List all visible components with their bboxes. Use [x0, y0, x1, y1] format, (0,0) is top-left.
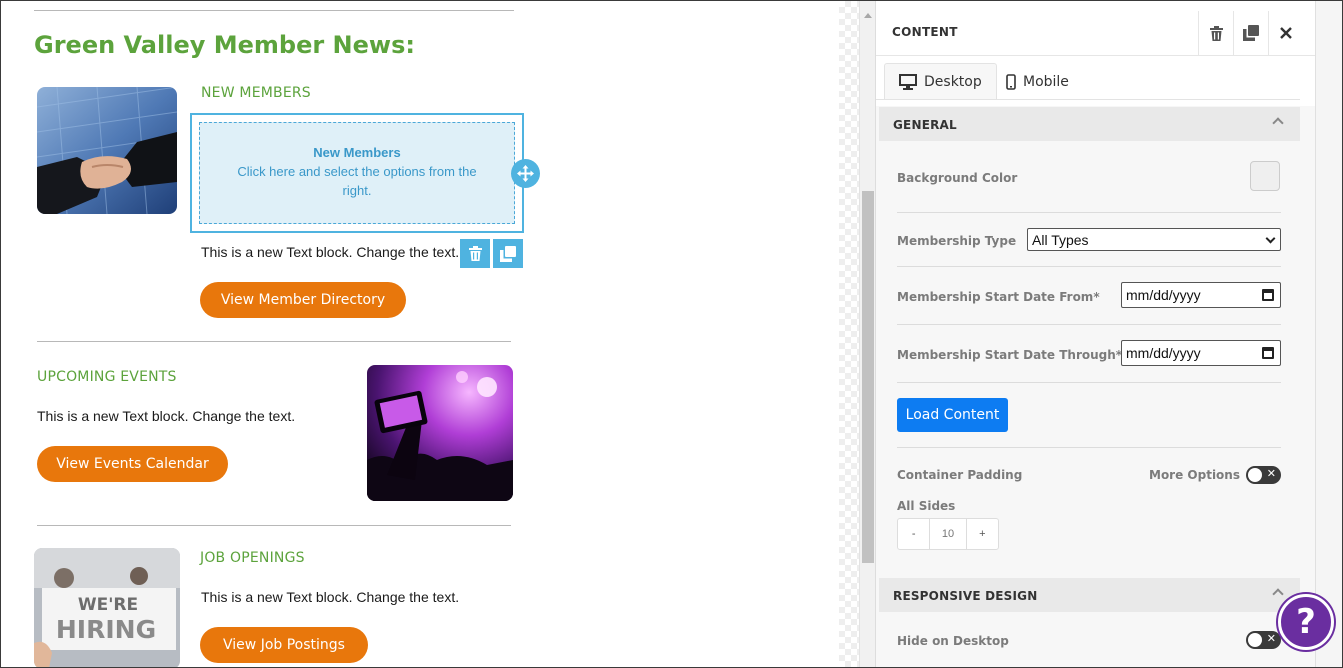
block-instructions: Click here and select the options from t… — [237, 164, 477, 198]
handshake-image[interactable] — [37, 87, 177, 214]
membership-type-label: Membership Type — [897, 234, 1017, 248]
chevron-up-icon[interactable] — [1272, 117, 1284, 129]
phone-icon — [1006, 73, 1016, 90]
upcoming-events-text[interactable]: This is a new Text block. Change the tex… — [37, 408, 295, 424]
monitor-icon — [899, 74, 917, 90]
toggle-knob — [1248, 468, 1262, 482]
chevron-down-icon — [1265, 233, 1276, 244]
hide-on-desktop-label: Hide on Desktop — [897, 634, 1009, 648]
view-events-calendar-button[interactable]: View Events Calendar — [37, 446, 228, 482]
job-openings-text[interactable]: This is a new Text block. Change the tex… — [201, 589, 459, 605]
copy-icon — [1243, 25, 1259, 41]
all-sides-label: All Sides — [897, 499, 956, 513]
general-header-label: GENERAL — [893, 118, 957, 132]
start-date-through-label: Membership Start Date Through* — [897, 348, 1123, 362]
we-are-hiring-image[interactable]: WE'RE HIRING — [34, 548, 180, 667]
panel-scrollbar[interactable] — [1315, 1, 1342, 667]
more-options-label: More Options — [1149, 468, 1240, 482]
hiring-sign-line2: HIRING — [56, 615, 156, 644]
divider — [897, 382, 1281, 383]
panel-header: CONTENT — [876, 1, 1316, 56]
content-block-placeholder[interactable]: New Members Click here and select the op… — [199, 122, 515, 224]
background-color-label: Background Color — [897, 171, 1018, 185]
trash-icon — [468, 246, 482, 261]
delete-block-button[interactable] — [460, 239, 490, 268]
toggle-off-icon: ✕ — [1266, 467, 1276, 480]
start-date-from-label: Membership Start Date From* — [897, 290, 1100, 304]
divider — [34, 10, 514, 11]
padding-decrement-button[interactable]: - — [898, 519, 929, 549]
tab-mobile[interactable]: Mobile — [992, 63, 1083, 100]
content-properties-panel: CONTENT Desktop Mobile GENERAL Backgroun… — [875, 1, 1316, 667]
selected-content-block[interactable]: New Members Click here and select the op… — [190, 113, 524, 233]
container-padding-label: Container Padding — [897, 468, 1023, 482]
upcoming-events-heading: UPCOMING EVENTS — [37, 369, 177, 385]
newsletter-title: Green Valley Member News: — [34, 31, 415, 59]
view-member-directory-button[interactable]: View Member Directory — [200, 282, 406, 318]
toggle-knob — [1248, 633, 1262, 647]
calendar-icon[interactable] — [1262, 347, 1274, 359]
tab-desktop[interactable]: Desktop — [884, 63, 997, 100]
email-canvas: Green Valley Member News: NEW MEMBERS Ne… — [1, 1, 839, 667]
more-options-toggle[interactable]: ✕ — [1246, 466, 1281, 484]
canvas-background — [839, 1, 859, 667]
duplicate-block-button[interactable] — [493, 239, 523, 268]
load-content-button[interactable]: Load Content — [897, 398, 1008, 432]
tab-mobile-label: Mobile — [1023, 73, 1069, 90]
panel-duplicate-button[interactable] — [1233, 11, 1268, 55]
new-members-heading: NEW MEMBERS — [201, 85, 311, 101]
tabs-divider — [876, 99, 1300, 100]
start-date-from-input[interactable]: mm/dd/yyyy — [1121, 282, 1281, 308]
responsive-header-label: RESPONSIVE DESIGN — [893, 589, 1038, 603]
help-button[interactable]: ? — [1278, 594, 1334, 650]
membership-type-select[interactable]: All Types — [1027, 228, 1281, 251]
divider — [897, 266, 1281, 267]
divider — [897, 324, 1281, 325]
canvas-scrollbar[interactable] — [859, 1, 875, 667]
scrollbar-thumb[interactable] — [862, 191, 874, 563]
view-job-postings-button[interactable]: View Job Postings — [200, 627, 368, 663]
job-openings-heading: JOB OPENINGS — [200, 550, 305, 566]
calendar-icon[interactable] — [1262, 289, 1274, 301]
padding-increment-button[interactable]: + — [967, 519, 998, 549]
padding-stepper[interactable]: - 10 + — [897, 518, 999, 550]
panel-delete-button[interactable] — [1198, 11, 1233, 55]
move-handle-icon[interactable] — [511, 159, 540, 188]
start-date-from-placeholder: mm/dd/yyyy — [1126, 287, 1201, 303]
hide-on-desktop-toggle[interactable]: ✕ — [1246, 631, 1281, 649]
divider — [37, 341, 511, 342]
padding-value-input[interactable]: 10 — [929, 519, 967, 549]
concert-image[interactable] — [367, 365, 513, 501]
divider — [897, 447, 1281, 448]
start-date-through-placeholder: mm/dd/yyyy — [1126, 345, 1201, 361]
background-color-picker[interactable] — [1250, 161, 1280, 191]
block-title: New Members — [313, 145, 401, 160]
divider — [897, 212, 1281, 213]
app-frame: Green Valley Member News: NEW MEMBERS Ne… — [0, 0, 1343, 668]
start-date-through-input[interactable]: mm/dd/yyyy — [1121, 340, 1281, 366]
panel-title: CONTENT — [892, 25, 958, 39]
new-members-text[interactable]: This is a new Text block. Change the tex… — [201, 244, 459, 260]
panel-close-button[interactable] — [1268, 11, 1303, 55]
chevron-up-icon[interactable] — [1272, 588, 1284, 600]
general-section-header[interactable]: GENERAL — [879, 107, 1300, 141]
toggle-off-icon: ✕ — [1266, 632, 1276, 645]
responsive-section-header[interactable]: RESPONSIVE DESIGN — [879, 578, 1300, 612]
copy-icon — [500, 245, 516, 262]
divider — [37, 525, 511, 526]
trash-icon — [1209, 25, 1223, 41]
close-icon — [1280, 27, 1292, 39]
membership-type-value: All Types — [1032, 231, 1089, 248]
hiring-sign-line1: WE'RE — [78, 595, 138, 615]
tab-desktop-label: Desktop — [924, 74, 982, 90]
scroll-up-icon[interactable] — [864, 13, 872, 18]
